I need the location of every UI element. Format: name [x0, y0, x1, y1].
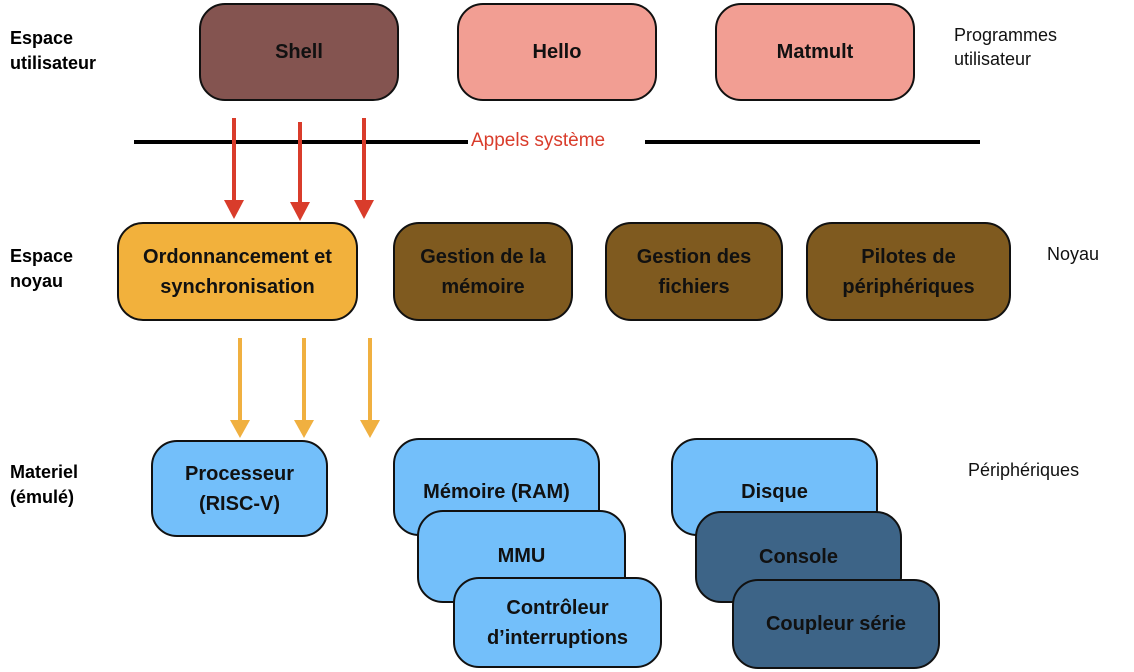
layer-label-hardware: Materiel (émulé): [10, 462, 79, 507]
note-kernel: Noyau: [1047, 244, 1100, 264]
kernel-files: Gestion des fichiers: [605, 222, 783, 321]
hw-serial-coupler: Coupleur série: [732, 579, 940, 669]
arrow-head: [360, 420, 380, 438]
arrow-head: [354, 200, 374, 219]
program-shell: Shell: [199, 3, 399, 101]
kernel-hardware-arrows: [230, 338, 380, 438]
hw-processor: Processeur (RISC-V): [151, 440, 328, 537]
arrow-head: [224, 200, 244, 219]
syscall-label: Appels système: [471, 130, 606, 151]
kernel-memory: Gestion de la mémoire: [393, 222, 573, 321]
syscall-arrows: [224, 118, 374, 221]
note-user-programs: Programmes utilisateur: [954, 25, 1058, 69]
note-peripherals: Périphériques: [968, 460, 1080, 480]
os-architecture-diagram: Appels système Espace utilisateur Espace…: [0, 0, 1134, 672]
arrow-head: [294, 420, 314, 438]
layer-label-kernel: Espace noyau: [10, 246, 74, 291]
kernel-drivers: Pilotes de périphériques: [806, 222, 1011, 321]
program-hello: Hello: [457, 3, 657, 101]
arrow-head: [290, 202, 310, 221]
kernel-scheduling: Ordonnancement et synchronisation: [117, 222, 358, 321]
layer-label-user: Espace utilisateur: [10, 28, 97, 73]
arrow-head: [230, 420, 250, 438]
program-matmult: Matmult: [715, 3, 915, 101]
hw-interrupt-controller: Contrôleur d’interruptions: [453, 577, 662, 668]
